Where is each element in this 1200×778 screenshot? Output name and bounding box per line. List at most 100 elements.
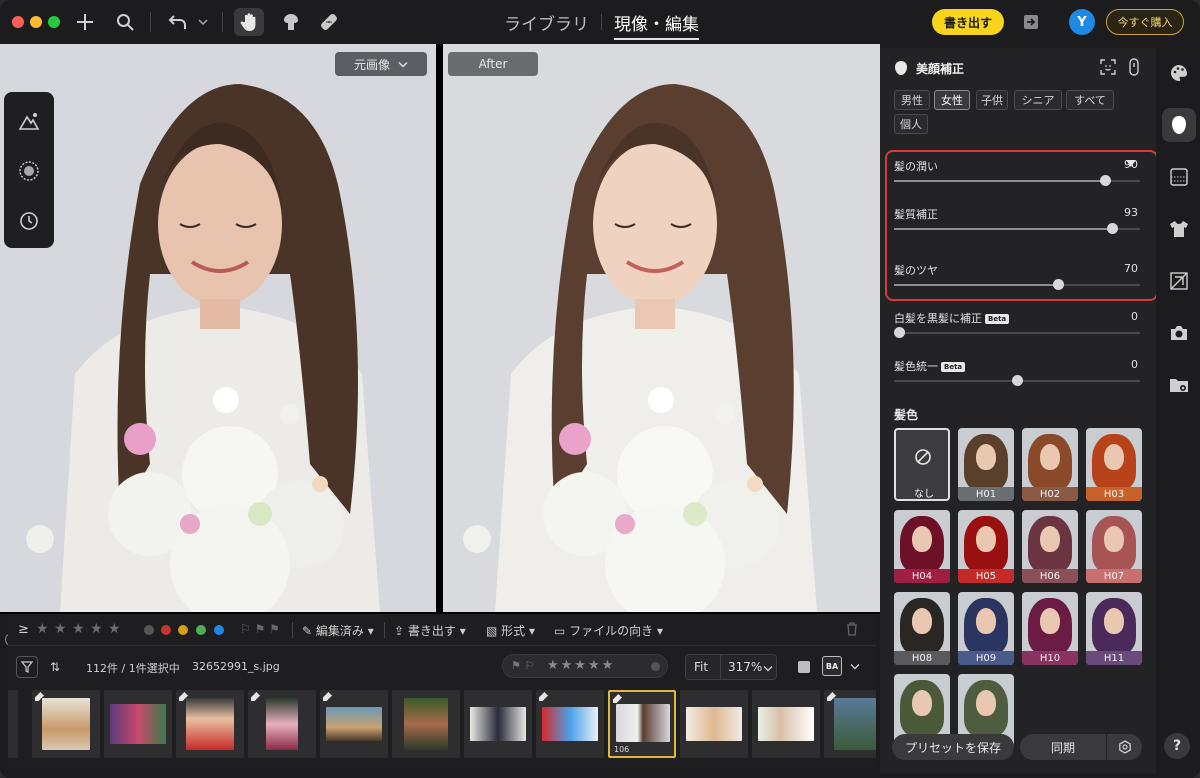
sync-settings-icon[interactable]: [1118, 740, 1132, 754]
sync-button[interactable]: 同期: [1020, 734, 1106, 760]
hair-color-swatch[interactable]: H06: [1022, 510, 1078, 583]
color-label-yellow[interactable]: [178, 625, 188, 635]
star-5-icon[interactable]: ★: [108, 621, 121, 637]
history-icon[interactable]: [14, 206, 44, 236]
thumbnail-item[interactable]: [392, 690, 460, 758]
save-preset-button[interactable]: プリセットを保存: [892, 734, 1014, 760]
color-dot-icon[interactable]: [651, 662, 660, 671]
landscape-adjust-icon[interactable]: [14, 106, 44, 136]
flag-icons[interactable]: ⚑ ⚐: [511, 659, 534, 672]
radial-filter-icon[interactable]: [14, 156, 44, 186]
buy-now-button[interactable]: 今すぐ購入: [1106, 9, 1184, 35]
user-avatar[interactable]: Y: [1069, 9, 1095, 35]
format-filter-dropdown[interactable]: ▧ 形式 ▾: [486, 622, 535, 639]
hair-color-swatch[interactable]: H08: [894, 592, 950, 665]
thumbnail-item[interactable]: [176, 690, 244, 758]
group-button-2[interactable]: 子供: [976, 90, 1008, 110]
slider-knob[interactable]: [893, 327, 905, 338]
original-image-dropdown[interactable]: 元画像: [335, 52, 427, 76]
undo-icon[interactable]: [166, 10, 190, 34]
group-button-0[interactable]: 男性: [894, 90, 930, 110]
reset-icon[interactable]: [1127, 58, 1141, 76]
thumbnail-item[interactable]: [248, 690, 316, 758]
minimize-window-button[interactable]: [30, 16, 42, 28]
sign-in-icon[interactable]: [1020, 10, 1042, 34]
zoom-control[interactable]: Fit 317%: [685, 654, 777, 680]
export-button[interactable]: 書き出す: [932, 9, 1004, 35]
orientation-filter-dropdown[interactable]: ▭ ファイルの向き ▾: [554, 622, 663, 639]
folder-view-icon[interactable]: [1168, 374, 1190, 396]
healing-bandage-icon[interactable]: [318, 10, 340, 34]
search-icon[interactable]: [114, 10, 136, 34]
undo-history-chevron-icon[interactable]: [196, 10, 210, 34]
thumbnail-item[interactable]: [320, 690, 388, 758]
trash-icon[interactable]: [846, 622, 858, 639]
slider-knob[interactable]: [1012, 375, 1023, 386]
hair-color-swatch[interactable]: H02: [1022, 428, 1078, 501]
group-button-4[interactable]: すべて: [1066, 90, 1114, 110]
rating-compare-icon[interactable]: ≥: [18, 622, 29, 637]
group-button-1[interactable]: 女性: [934, 90, 970, 110]
slider-track-2[interactable]: [894, 279, 1140, 290]
brush-mask-icon[interactable]: [280, 10, 302, 34]
color-label-green[interactable]: [196, 625, 206, 635]
close-window-button[interactable]: [12, 16, 24, 28]
star-rating-control[interactable]: ★★★★★: [547, 658, 615, 673]
hair-color-none-swatch[interactable]: なし: [894, 428, 950, 501]
thumbnail-partial[interactable]: [8, 690, 18, 758]
flag-filter-icons[interactable]: ⚐ ⚑ ⚑: [240, 622, 280, 636]
hair-color-swatch[interactable]: H09: [958, 592, 1014, 665]
slider-track-1[interactable]: [894, 223, 1140, 234]
add-icon[interactable]: [74, 10, 96, 34]
hair-color-swatch[interactable]: H07: [1086, 510, 1142, 583]
group-button-5[interactable]: 個人: [894, 114, 928, 134]
filter-icon[interactable]: [16, 656, 38, 678]
slider-track-3[interactable]: [893, 327, 1140, 338]
export-filter-dropdown[interactable]: ⇪ 書き出す ▾: [394, 622, 466, 639]
help-button[interactable]: ?: [1164, 733, 1190, 759]
star-3-icon[interactable]: ★: [72, 621, 85, 637]
thumbnail-item[interactable]: [536, 690, 604, 758]
thumbnail-item[interactable]: [824, 690, 876, 758]
thumbnail-item[interactable]: [680, 690, 748, 758]
before-after-view-icon[interactable]: BA: [822, 656, 842, 676]
edited-filter-dropdown[interactable]: ✎ 編集済み ▾: [302, 622, 374, 639]
slider-track-4[interactable]: [894, 375, 1140, 386]
single-view-icon[interactable]: [798, 661, 810, 673]
image-canvas[interactable]: 元画像 After i: [0, 44, 880, 648]
clothing-icon[interactable]: [1168, 218, 1190, 240]
thumbnail-item-selected[interactable]: 106: [608, 690, 676, 758]
chevron-down-icon[interactable]: [850, 663, 860, 670]
face-retouch-icon[interactable]: [1168, 114, 1190, 136]
color-palette-icon[interactable]: [1168, 62, 1190, 84]
color-label-blue[interactable]: [214, 625, 224, 635]
thumbnail-item[interactable]: [32, 690, 100, 758]
thumbnail-item[interactable]: [464, 690, 532, 758]
hair-color-swatch[interactable]: H10: [1022, 592, 1078, 665]
tab-library[interactable]: ライブラリ: [504, 10, 589, 35]
star-1-icon[interactable]: ★: [36, 621, 49, 637]
thumbnail-item[interactable]: [104, 690, 172, 758]
star-4-icon[interactable]: ★: [90, 621, 103, 637]
tab-develop-edit[interactable]: 現像・編集: [614, 10, 699, 40]
group-button-3[interactable]: シニア: [1014, 90, 1062, 110]
star-2-icon[interactable]: ★: [54, 621, 67, 637]
face-detect-icon[interactable]: [1100, 59, 1116, 75]
thumbnail-strip[interactable]: 106: [8, 690, 876, 760]
hair-color-swatch[interactable]: H11: [1086, 592, 1142, 665]
slider-track-0[interactable]: [894, 175, 1140, 186]
hair-color-swatch[interactable]: H01: [958, 428, 1014, 501]
zoom-window-button[interactable]: [48, 16, 60, 28]
crop-icon[interactable]: [1168, 270, 1190, 292]
texture-icon[interactable]: [1168, 166, 1190, 188]
after-image-pane[interactable]: [443, 44, 880, 612]
sort-icon[interactable]: ⇅: [50, 660, 60, 674]
hair-color-swatch[interactable]: H04: [894, 510, 950, 583]
color-label-none[interactable]: [144, 625, 154, 635]
hand-tool-button[interactable]: [234, 8, 264, 36]
hair-color-swatch[interactable]: H03: [1086, 428, 1142, 501]
color-label-red[interactable]: [161, 625, 171, 635]
original-image-pane[interactable]: [0, 44, 436, 612]
thumbnail-item[interactable]: [752, 690, 820, 758]
fit-label[interactable]: Fit: [694, 660, 708, 674]
